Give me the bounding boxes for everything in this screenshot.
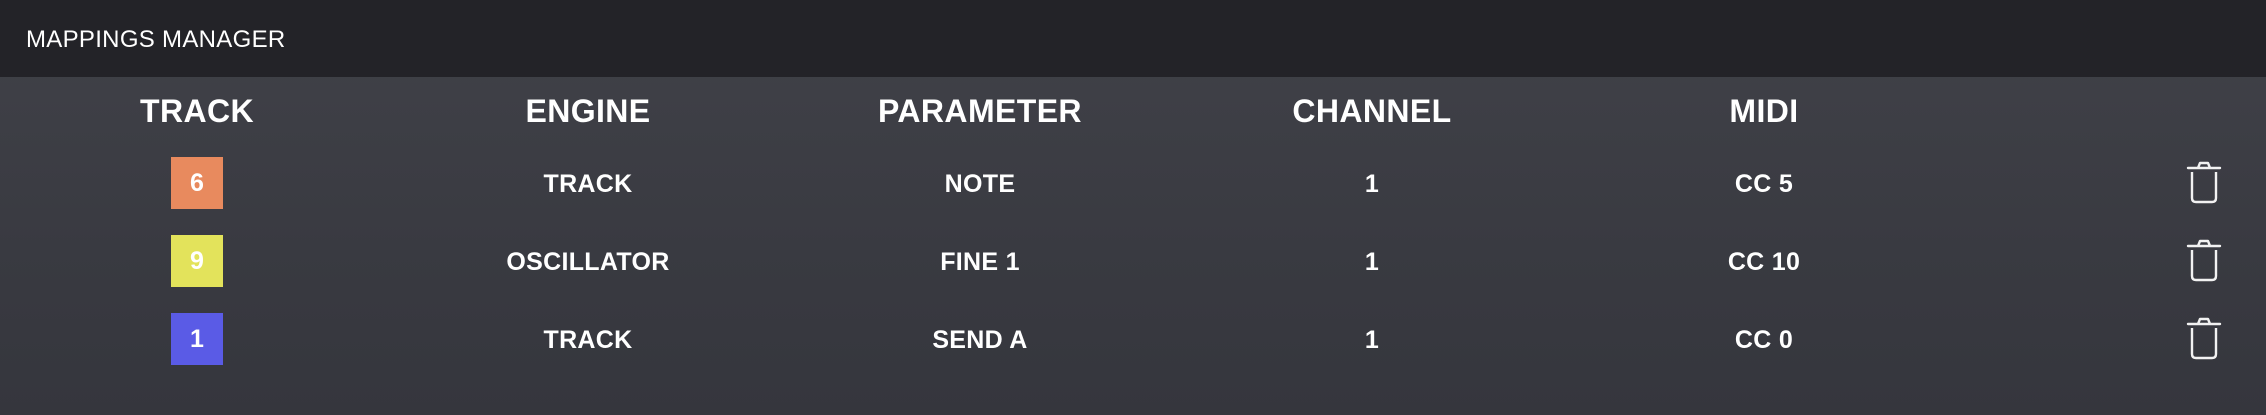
column-header-track: TRACK bbox=[140, 93, 254, 129]
track-swatch[interactable]: 9 bbox=[171, 235, 223, 287]
parameter-cell: NOTE bbox=[944, 170, 1016, 198]
midi-cell: CC 0 bbox=[1734, 326, 1794, 354]
parameter-cell: FINE 1 bbox=[940, 248, 1020, 276]
mapping-row: 6 TRACK NOTE 1 CC 5 bbox=[0, 157, 2266, 211]
channel-cell: 1 bbox=[1364, 170, 1380, 198]
midi-cell: CC 10 bbox=[1727, 248, 1801, 276]
trash-icon[interactable] bbox=[2185, 238, 2223, 282]
column-header-midi: MIDI bbox=[1729, 93, 1799, 129]
channel-cell: 1 bbox=[1364, 248, 1380, 276]
trash-icon[interactable] bbox=[2185, 160, 2223, 204]
track-swatch[interactable]: 6 bbox=[171, 157, 223, 209]
column-header-parameter: PARAMETER bbox=[878, 93, 1082, 129]
mappings-manager-window: MAPPINGS MANAGER TRACK ENGINE PARAMETER … bbox=[0, 0, 2266, 415]
engine-cell: OSCILLATOR bbox=[506, 248, 670, 276]
trash-icon[interactable] bbox=[2185, 316, 2223, 360]
column-header-engine: ENGINE bbox=[525, 93, 651, 129]
mapping-row: 9 OSCILLATOR FINE 1 1 CC 10 bbox=[0, 235, 2266, 289]
midi-cell: CC 5 bbox=[1734, 170, 1794, 198]
mapping-row: 1 TRACK SEND A 1 CC 0 bbox=[0, 313, 2266, 367]
page-title: MAPPINGS MANAGER bbox=[26, 26, 286, 53]
channel-cell: 1 bbox=[1364, 326, 1380, 354]
parameter-cell: SEND A bbox=[932, 326, 1028, 354]
track-swatch[interactable]: 1 bbox=[171, 313, 223, 365]
title-bar: MAPPINGS MANAGER bbox=[0, 0, 2266, 77]
engine-cell: TRACK bbox=[543, 326, 633, 354]
column-header-channel: CHANNEL bbox=[1292, 93, 1452, 129]
engine-cell: TRACK bbox=[543, 170, 633, 198]
